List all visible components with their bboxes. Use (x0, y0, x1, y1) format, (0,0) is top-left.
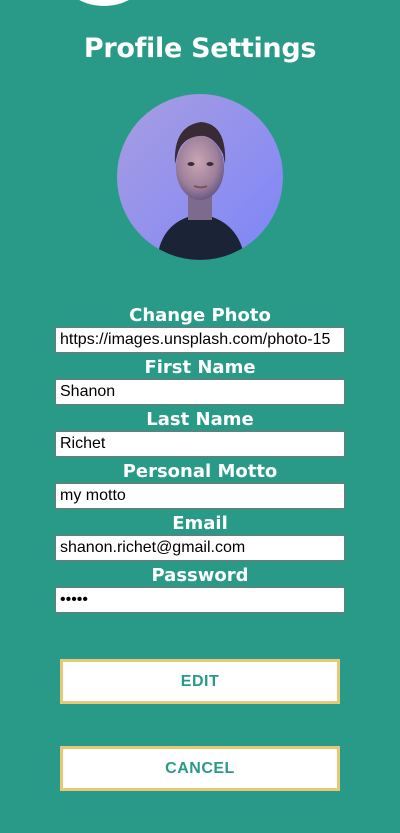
first-name-label: First Name (144, 357, 256, 378)
edit-button[interactable]: EDIT (60, 659, 340, 704)
top-logo-circle (58, 0, 150, 6)
cancel-button[interactable]: CANCEL (60, 746, 340, 791)
page-title: Profile Settings (83, 33, 317, 64)
photo-url-input[interactable]: https://images.unsplash.com/photo-15 (55, 327, 345, 353)
profile-settings-page: Profile Settings Change Photo https://im… (0, 0, 400, 833)
password-input[interactable]: ••••• (55, 587, 345, 613)
password-label: Password (151, 565, 249, 586)
last-name-input[interactable]: Richet (55, 431, 345, 457)
first-name-input[interactable]: Shanon (55, 379, 345, 405)
personal-motto-label: Personal Motto (122, 461, 278, 482)
change-photo-label: Change Photo (129, 305, 271, 326)
avatar-image (117, 94, 283, 260)
email-input[interactable]: shanon.richet@gmail.com (55, 535, 345, 561)
profile-form: Change Photo https://images.unsplash.com… (55, 305, 345, 617)
personal-motto-input[interactable]: my motto (55, 483, 345, 509)
avatar (117, 94, 283, 260)
email-label: Email (172, 513, 228, 534)
last-name-label: Last Name (146, 409, 254, 430)
